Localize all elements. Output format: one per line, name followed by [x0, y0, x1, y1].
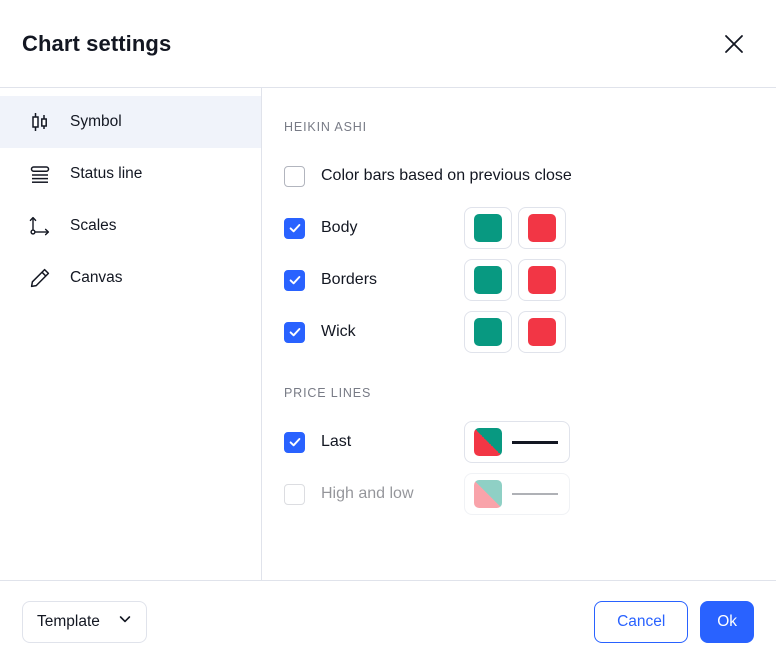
candlestick-icon: [26, 108, 54, 136]
checkbox-box: [284, 483, 305, 505]
dialog-footer: Template Cancel Ok: [0, 580, 776, 662]
page-title: Chart settings: [22, 30, 172, 56]
checkbox-high-and-low[interactable]: High and low: [284, 483, 452, 505]
line-thickness-preview: [512, 440, 558, 444]
swatch-fill: [528, 266, 556, 294]
checkbox-label: Borders: [321, 271, 378, 288]
color-group-wick: [464, 311, 572, 353]
row-high-and-low: High and low: [280, 468, 750, 520]
swatch-fill: [528, 214, 556, 242]
content-scroll-fade: [262, 554, 776, 580]
row-borders: Borders: [280, 254, 750, 306]
sidebar: Symbol Status line Scales Canvas: [0, 88, 262, 580]
sidebar-item-scales[interactable]: Scales: [0, 200, 261, 252]
checkbox-box: [284, 321, 305, 343]
footer-actions: Cancel Ok: [594, 600, 754, 643]
cancel-button[interactable]: Cancel: [594, 600, 689, 643]
sidebar-item-status-line[interactable]: Status line: [0, 148, 261, 200]
section-header-heikin-ashi: HEIKIN ASHI: [284, 120, 367, 134]
line-style-selector-last[interactable]: [464, 421, 570, 463]
checkbox-label: High and low: [321, 485, 414, 502]
color-swatch-wick-up[interactable]: [464, 311, 512, 353]
dialog-header: Chart settings: [0, 0, 776, 88]
section-header-price-lines: PRICE LINES: [284, 386, 372, 400]
line-thickness-preview: [512, 493, 558, 495]
dialog-body: Symbol Status line Scales Canvas HEIKIN …: [0, 88, 776, 580]
color-group-body: [464, 207, 572, 249]
color-swatch-last-split[interactable]: [474, 428, 502, 456]
settings-content: HEIKIN ASHI Color bars based on previous…: [262, 88, 776, 580]
swatch-fill: [474, 318, 502, 346]
checkbox-borders[interactable]: Borders: [284, 269, 452, 291]
status-line-icon: [26, 160, 54, 188]
sidebar-item-symbol[interactable]: Symbol: [0, 96, 261, 148]
swatch-fill: [474, 214, 502, 242]
line-style-group-high-and-low: [464, 473, 570, 515]
template-label: Template: [37, 612, 100, 630]
sidebar-item-label: Scales: [70, 217, 117, 234]
ok-button[interactable]: Ok: [700, 600, 754, 643]
sidebar-item-label: Status line: [70, 165, 143, 182]
template-dropdown[interactable]: Template: [22, 600, 147, 643]
checkbox-box: [284, 269, 305, 291]
sidebar-item-canvas[interactable]: Canvas: [0, 252, 261, 304]
color-swatch-body-up[interactable]: [464, 207, 512, 249]
color-swatch-borders-up[interactable]: [464, 259, 512, 301]
chart-settings-dialog: Chart settings Symbol Status line Scales…: [0, 0, 776, 662]
pencil-icon: [26, 264, 54, 292]
checkbox-label: Last: [321, 433, 352, 450]
color-swatch-high-low-split[interactable]: [474, 480, 502, 508]
swatch-fill: [528, 318, 556, 346]
color-swatch-borders-down[interactable]: [518, 259, 566, 301]
color-swatch-wick-down[interactable]: [518, 311, 566, 353]
checkbox-label: Color bars based on previous close: [321, 167, 572, 184]
checkbox-box: [284, 431, 305, 453]
swatch-fill: [474, 266, 502, 294]
chevron-down-icon: [118, 612, 132, 631]
color-group-borders: [464, 259, 572, 301]
checkbox-box: [284, 217, 305, 239]
row-body: Body: [280, 202, 750, 254]
row-last: Last: [280, 416, 750, 468]
line-style-selector-high-and-low[interactable]: [464, 473, 570, 515]
checkbox-label: Wick: [321, 323, 356, 340]
checkbox-label: Body: [321, 219, 358, 236]
sidebar-item-label: Symbol: [70, 113, 122, 130]
checkbox-wick[interactable]: Wick: [284, 321, 452, 343]
checkbox-body[interactable]: Body: [284, 217, 452, 239]
close-icon[interactable]: [714, 24, 754, 64]
color-swatch-body-down[interactable]: [518, 207, 566, 249]
axes-icon: [26, 212, 54, 240]
sidebar-item-label: Canvas: [70, 269, 123, 286]
row-color-bars-previous-close: Color bars based on previous close: [280, 150, 750, 202]
checkbox-last[interactable]: Last: [284, 431, 452, 453]
checkbox-box: [284, 165, 305, 187]
row-wick: Wick: [280, 306, 750, 358]
checkbox-color-bars-previous-close[interactable]: Color bars based on previous close: [284, 165, 572, 187]
line-style-group-last: [464, 421, 570, 463]
